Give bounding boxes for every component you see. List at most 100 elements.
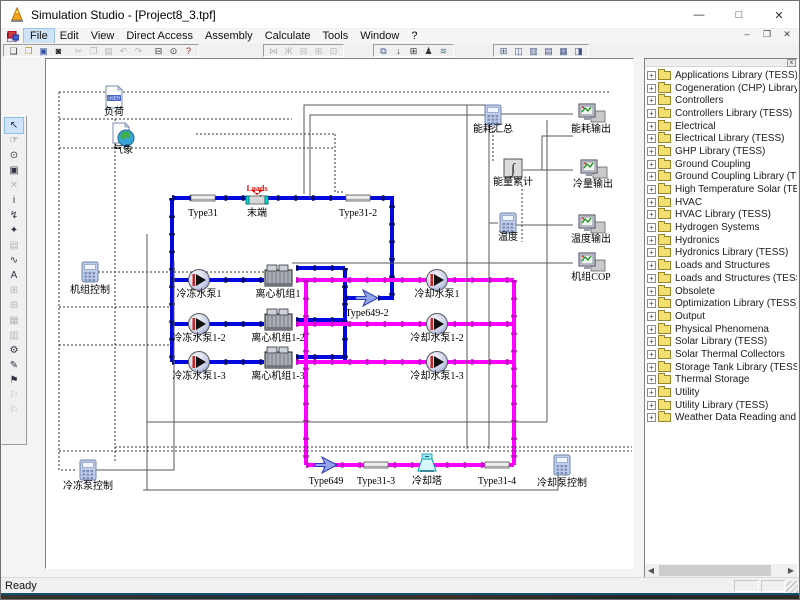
expand-icon[interactable]: + [647,312,656,321]
window-tile-icon[interactable]: ◫ [511,45,526,57]
mdi-restore-button[interactable]: ❐ [761,29,773,40]
chw-pump-1-2[interactable]: 冷冻水泵1-2 [172,314,225,345]
spline-tool-icon[interactable]: ∿ [5,253,23,268]
expand-icon[interactable]: + [647,134,656,143]
tree-item-loads-and-structures[interactable]: +Loads and Structures [647,259,797,272]
info-tool-icon[interactable]: i [5,193,23,208]
expand-icon[interactable]: + [647,210,656,219]
close-button[interactable]: ✕ [759,1,799,29]
energy-summary[interactable]: 能耗汇总 [473,105,513,135]
menu-?[interactable]: ? [405,29,423,43]
type649-2-diverter[interactable]: Type649-2 [345,290,388,319]
weather-data[interactable]: 气象 [113,123,134,156]
help-icon[interactable]: ? [181,45,196,57]
landscape-icon[interactable]: ≋ [436,45,451,57]
tree-item-controllers[interactable]: +Controllers [647,94,797,107]
menu-assembly[interactable]: Assembly [199,29,259,43]
menu-file[interactable]: File [24,29,54,43]
type31-pipe[interactable]: Type31 [188,195,218,219]
load-data[interactable]: USER负荷 [104,86,124,118]
expand-icon[interactable]: + [647,299,656,308]
temperature-output[interactable]: 温度输出 [571,215,611,245]
expand-icon[interactable]: + [647,71,656,80]
resize-grip[interactable] [786,581,798,593]
expand-icon[interactable]: + [647,172,656,181]
tree-item-hvac-library-tess[interactable]: +HVAC Library (TESS) [647,209,797,222]
expand-icon[interactable]: + [647,185,656,194]
scroll-left-icon[interactable]: ◀ [645,564,657,577]
tree-item-obsolete[interactable]: +Obsolete [647,285,797,298]
expand-icon[interactable]: + [647,363,656,372]
expand-icon[interactable]: + [647,198,656,207]
expand-icon[interactable]: + [647,287,656,296]
expand-icon[interactable]: + [647,109,656,118]
cw-pump-1[interactable]: 冷却水泵1 [415,270,460,301]
expand-icon[interactable]: + [647,413,656,422]
tree-item-hvac[interactable]: +HVAC [647,196,797,209]
sort-down-icon[interactable]: ↓ [391,45,406,57]
tree-item-electrical[interactable]: +Electrical [647,120,797,133]
tree-item-ground-coupling[interactable]: +Ground Coupling [647,158,797,171]
menu-view[interactable]: View [85,29,121,43]
tree-horizontal-scrollbar[interactable]: ◀ ▶ [645,564,797,577]
window-rows-icon[interactable]: ▤ [541,45,556,57]
expand-icon[interactable]: + [647,274,656,283]
cooling-output[interactable]: 冷量输出 [573,160,613,190]
tree-item-applications-library-tess[interactable]: +Applications Library (TESS) [647,69,797,82]
project-canvas[interactable]: USER负荷气象Type31Loads末端Type31-2机组控制冷冻水泵1冷冻… [45,58,634,569]
tree-close-icon[interactable]: x [787,59,796,67]
cooling-tower[interactable]: 冷却塔 [412,454,442,487]
chw-pump-control[interactable]: 冷冻泵控制 [63,460,113,492]
expand-icon[interactable]: + [647,375,656,384]
tree-item-weather-data-reading-and-process[interactable]: +Weather Data Reading and Process [647,412,797,425]
open-folder-icon[interactable]: ❒ [21,45,36,57]
print-preview-icon[interactable]: ⊙ [166,45,181,57]
flow-diagram[interactable]: USER负荷气象Type31Loads末端Type31-2机组控制冷冻水泵1冷冻… [46,59,633,568]
tree-item-thermal-storage[interactable]: +Thermal Storage [647,374,797,387]
menu-calculate[interactable]: Calculate [259,29,317,43]
cw-pump-control[interactable]: 冷却泵控制 [537,455,587,489]
temperature-calc[interactable]: 温度 [498,213,518,243]
minimize-button[interactable]: — [679,1,719,29]
cw-pump-1-3[interactable]: 冷却水泵1-3 [410,352,463,383]
expand-icon[interactable]: + [647,160,656,169]
tree-item-storage-tank-library-tess[interactable]: +Storage Tank Library (TESS) [647,361,797,374]
tree-item-controllers-library-tess[interactable]: +Controllers Library (TESS) [647,107,797,120]
expand-icon[interactable]: + [647,325,656,334]
type649-diverter[interactable]: Type649 [309,457,344,487]
snapshot-tool-icon[interactable]: ▣ [5,163,23,178]
expand-icon[interactable]: + [647,248,656,257]
tree-item-ghp-library-tess[interactable]: +GHP Library (TESS) [647,145,797,158]
link-gray[interactable] [310,115,486,198]
select-tool-icon[interactable]: ↖ [5,118,23,133]
energy-accumulator[interactable]: ∫能量累计 [493,159,533,188]
window-cascade-icon[interactable]: ⊞ [496,45,511,57]
scrollbar-thumb[interactable] [659,565,771,576]
menu-tools[interactable]: Tools [317,29,355,43]
expand-icon[interactable]: + [647,337,656,346]
mdi-close-button[interactable]: ✕ [781,29,793,40]
tree-item-output[interactable]: +Output [647,310,797,323]
expand-icon[interactable]: + [647,261,656,270]
terminal-unit[interactable]: Loads末端 [246,184,268,219]
chw-pump-1-3[interactable]: 冷冻水泵1-3 [172,352,225,383]
print-icon[interactable]: ⊟ [151,45,166,57]
menu-direct-access[interactable]: Direct Access [120,29,199,43]
tree-item-cogeneration-chp-library-tess[interactable]: +Cogeneration (CHP) Library (TESS) [647,82,797,95]
tree-item-high-temperature-solar-tess[interactable]: +High Temperature Solar (TESS) [647,183,797,196]
mdi-minimize-button[interactable]: – [741,29,753,40]
link-gray[interactable] [304,105,486,194]
tree-item-hydronics[interactable]: +Hydronics [647,234,797,247]
expand-icon[interactable]: + [647,388,656,397]
window-grid-icon[interactable]: ▦ [556,45,571,57]
text-tool-icon[interactable]: A [5,268,23,283]
tree-item-utility[interactable]: +Utility [647,386,797,399]
tree-item-hydrogen-systems[interactable]: +Hydrogen Systems [647,221,797,234]
maximize-button[interactable]: □ [719,1,759,29]
menu-window[interactable]: Window [354,29,405,43]
menu-edit[interactable]: Edit [54,29,85,43]
pen-tool-icon[interactable]: ✎ [5,358,23,373]
zoom-tool-icon[interactable]: ⊙ [5,148,23,163]
tree-item-physical-phenomena[interactable]: +Physical Phenomena [647,323,797,336]
tree-item-loads-and-structures-tess[interactable]: +Loads and Structures (TESS) [647,272,797,285]
